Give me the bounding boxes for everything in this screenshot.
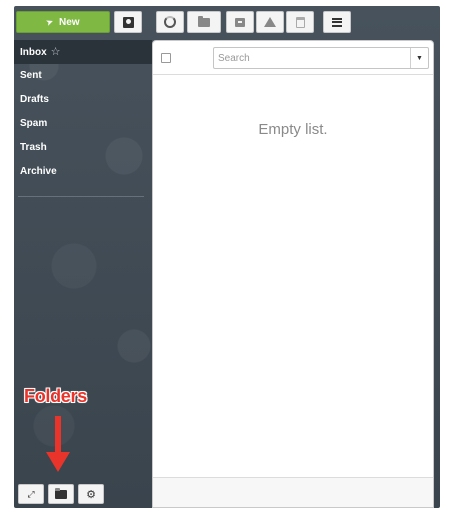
sidebar-item-label: Trash — [20, 142, 47, 153]
sidebar-item-inbox[interactable]: Inbox ☆ — [14, 40, 152, 64]
menu-button[interactable] — [323, 11, 351, 33]
new-button-label: New — [58, 16, 80, 28]
trash-icon — [295, 16, 305, 28]
sidebar-bottom-bar: ⤢ ⚙ — [14, 482, 152, 508]
top-toolbar: ➤ New — [14, 6, 440, 40]
paper-plane-icon: ➤ — [44, 15, 56, 28]
search-box: ▼ — [213, 47, 429, 69]
sidebar-item-label: Inbox — [20, 47, 47, 58]
settings-button[interactable]: ⚙ — [78, 484, 104, 504]
folder-icon — [55, 487, 67, 499]
select-all-checkbox[interactable] — [161, 53, 171, 63]
sidebar-item-archive[interactable]: Archive — [14, 160, 152, 184]
contacts-button[interactable] — [114, 11, 142, 33]
spam-button[interactable] — [256, 11, 284, 33]
contacts-icon — [122, 16, 134, 28]
sidebar-divider — [18, 196, 144, 197]
sidebar-item-drafts[interactable]: Drafts — [14, 88, 152, 112]
sidebar-item-trash[interactable]: Trash — [14, 136, 152, 160]
message-list-panel: ▼ Empty list. — [152, 40, 434, 508]
move-to-folder-button[interactable] — [187, 11, 221, 33]
folder-sidebar: Inbox ☆ Sent Drafts Spam Trash Archive — [14, 40, 152, 478]
folders-annotation-label: Folders — [24, 386, 87, 406]
annotation-arrow-shaft — [55, 416, 61, 454]
message-list-header: ▼ — [153, 41, 433, 75]
search-input[interactable] — [214, 48, 410, 68]
archive-button[interactable] — [226, 11, 254, 33]
empty-list-message: Empty list. — [258, 121, 328, 138]
spam-warning-icon — [264, 17, 276, 27]
refresh-icon — [164, 16, 176, 28]
annotation-arrow-icon — [46, 452, 70, 472]
sidebar-item-spam[interactable]: Spam — [14, 112, 152, 136]
message-list-footer — [153, 477, 433, 507]
expand-icon: ⤢ — [27, 488, 35, 499]
archive-icon — [235, 17, 245, 27]
sidebar-item-label: Sent — [20, 70, 42, 81]
sidebar-item-label: Spam — [20, 118, 48, 129]
delete-button[interactable] — [286, 11, 314, 33]
expand-button[interactable]: ⤢ — [18, 484, 44, 504]
menu-icon — [332, 17, 342, 27]
sidebar-item-label: Archive — [20, 166, 57, 177]
move-to-folder-icon — [198, 15, 210, 27]
sidebar-item-label: Drafts — [20, 94, 49, 105]
chevron-down-icon: ▼ — [416, 54, 423, 62]
mail-app: ➤ New Inbox ☆ Sent Drafts Spam Trash Arc… — [14, 6, 440, 508]
search-options-button[interactable]: ▼ — [410, 48, 428, 68]
star-icon: ☆ — [50, 46, 61, 58]
refresh-button[interactable] — [156, 11, 184, 33]
gear-icon: ⚙ — [86, 488, 96, 501]
sidebar-item-sent[interactable]: Sent — [14, 64, 152, 88]
folders-button[interactable] — [48, 484, 74, 504]
new-message-button[interactable]: ➤ New — [16, 11, 110, 33]
